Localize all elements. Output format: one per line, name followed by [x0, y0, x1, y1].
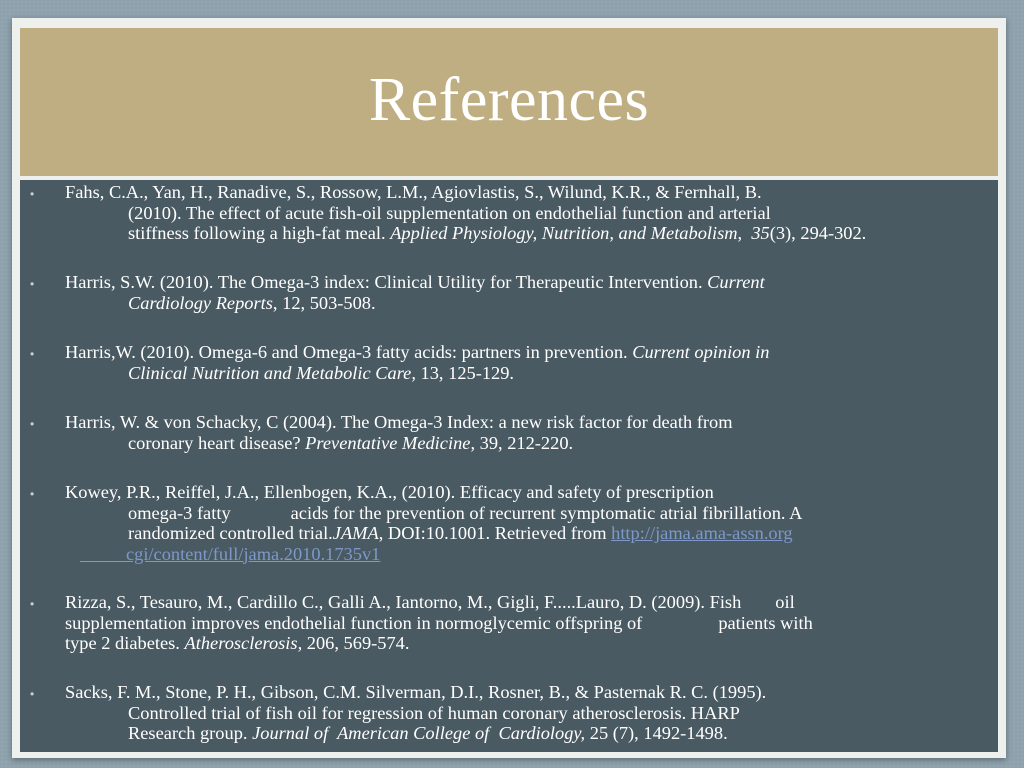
journal-name: Cardiology Reports [128, 292, 273, 313]
reference-text: Harris,W. (2010). Omega-6 and Omega-3 fa… [65, 342, 633, 362]
reference-line: omega-3 fatty acids for the prevention of… [128, 503, 802, 524]
reference-line: Harris, W. & von Schacky, C (2004). The … [65, 412, 733, 432]
reference-text: (3), 294-302. [769, 223, 867, 243]
bullet-icon: • [30, 487, 35, 501]
reference-text: 13, 125-129. [415, 362, 515, 383]
journal-name: Current opinion in [632, 342, 770, 362]
reference-line: Cardiology Reports, 12, 503-508. [128, 293, 376, 314]
title-band: References [20, 28, 998, 176]
reference-text: stiffness following a high-fat meal. [128, 223, 391, 243]
reference-line: (2010). The effect of acute fish-oil sup… [128, 202, 771, 223]
reference-text: supplementation improves endothelial fun… [65, 612, 643, 633]
reference-text: 206, 569-574. [302, 633, 410, 653]
reference-line: Harris,W. (2010). Omega-6 and Omega-3 fa… [65, 342, 769, 363]
reference-text: 25 (7), 1492-1498. [585, 723, 728, 743]
reference-line: randomized controlled trial.JAMA, DOI:10… [128, 523, 793, 544]
journal-name: Applied Physiology, Nutrition, and Metab… [390, 223, 738, 243]
journal-name: Atherosclerosis, [184, 633, 303, 653]
reference-text: , 12, 503-508. [272, 292, 376, 313]
reference-text: randomized controlled trial. [128, 523, 333, 543]
reference-line: Clinical Nutrition and Metabolic Care, 1… [128, 363, 514, 384]
references-panel: • Fahs, C.A., Yan, H., Ranadive, S., Ros… [20, 180, 998, 752]
reference-line: stiffness following a high-fat meal. App… [128, 223, 866, 244]
reference-link[interactable]: cgi/content/full/jama.2010.1735v1 [126, 544, 380, 564]
link-underline-spacer [80, 544, 126, 564]
reference-text: Research group. [128, 723, 253, 743]
reference-text: Harris, S.W. (2010). The Omega-3 index: … [65, 272, 708, 292]
reference-text: Rizza, S., Tesauro, M., Cardillo C., Gal… [65, 592, 742, 612]
journal-name: JAMA [332, 523, 379, 543]
reference-line: Sacks, F. M., Stone, P. H., Gibson, C.M.… [65, 682, 767, 702]
reference-line: supplementation improves endothelial fun… [65, 613, 813, 634]
journal-name: Journal of American College of Cardiolog… [252, 723, 586, 743]
reference-text: acids for the prevention of recurrent sy… [290, 502, 803, 523]
reference-line: Harris, S.W. (2010). The Omega-3 index: … [65, 272, 765, 293]
journal-name: Preventative Medicine [305, 432, 471, 453]
journal-name: Clinical Nutrition and Metabolic Care, [128, 362, 416, 383]
bullet-icon: • [30, 687, 35, 701]
reference-text: omega-3 fatty [128, 502, 231, 523]
reference-text: , DOI:10.1001. Retrieved from [378, 523, 612, 543]
slide: References • Fahs, C.A., Yan, H., Ranadi… [12, 18, 1006, 758]
reference-line: Controlled trial of fish oil for regress… [128, 702, 740, 723]
reference-text: , [737, 223, 752, 243]
journal-name: Current [707, 272, 765, 292]
bullet-icon: • [30, 187, 35, 201]
reference-text: type 2 diabetes. [65, 633, 185, 653]
bullet-icon: • [30, 417, 35, 431]
reference-line: Fahs, C.A., Yan, H., Ranadive, S., Rosso… [65, 182, 762, 202]
reference-line: Research group. Journal of American Coll… [128, 723, 728, 744]
reference-link[interactable]: http://jama.ama-assn.org [611, 523, 792, 543]
bullet-icon: • [30, 277, 35, 291]
reference-text: oil [775, 592, 795, 612]
reference-line: Kowey, P.R., Reiffel, J.A., Ellenbogen, … [65, 482, 714, 502]
reference-line: cgi/content/full/jama.2010.1735v1 [80, 544, 380, 565]
volume-number: 35 [751, 223, 770, 243]
reference-text: , 39, 212-220. [470, 432, 574, 453]
reference-text: patients with [718, 612, 813, 633]
slide-title: References [368, 65, 650, 134]
reference-line: Rizza, S., Tesauro, M., Cardillo C., Gal… [65, 592, 795, 613]
reference-text: coronary heart disease? [128, 432, 306, 453]
bullet-icon: • [30, 347, 35, 361]
bullet-icon: • [30, 597, 35, 611]
reference-line: coronary heart disease? Preventative Med… [128, 433, 573, 454]
reference-line: type 2 diabetes. Atherosclerosis, 206, 5… [65, 633, 409, 654]
